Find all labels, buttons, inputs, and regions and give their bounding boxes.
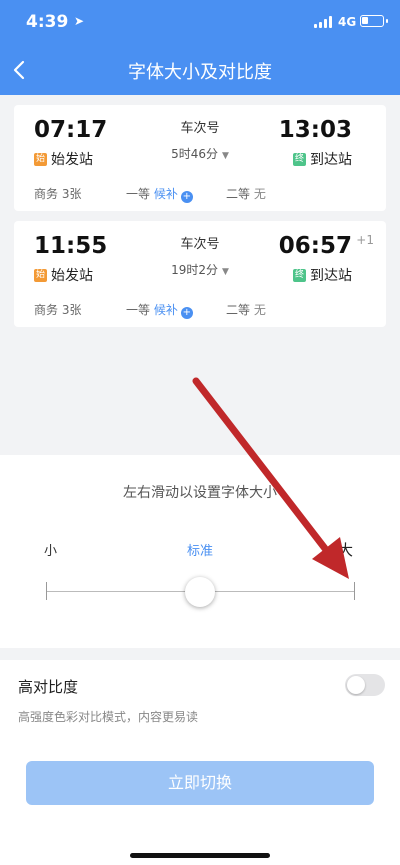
seat-second: 二等 无 xyxy=(226,301,266,318)
arrive-station-name: 到达站 xyxy=(310,268,352,284)
depart-tag: 始 xyxy=(34,268,47,282)
seat-first-status: 候补 xyxy=(153,303,178,317)
train-card[interactable]: 07:17 车次号 13:03 5时46分 ▼ 始始发站 终到达站 商务 3张 一… xyxy=(14,105,386,211)
contrast-title: 高对比度 xyxy=(18,678,79,696)
caret-down-icon: ▼ xyxy=(221,151,229,161)
app-header: 4:39 ➤ 4G 字体大小及对比度 xyxy=(0,0,400,95)
depart-station: 始始发站 xyxy=(34,149,93,169)
arrive-station: 终到达站 xyxy=(293,149,352,169)
slider-tick-max xyxy=(354,582,355,600)
font-size-panel: 左右滑动以设置字体大小 小 标准 大 xyxy=(0,455,400,648)
seat-first[interactable]: 一等 候补 + xyxy=(126,185,193,203)
arrive-tag: 终 xyxy=(293,152,306,166)
apply-button[interactable]: 立即切换 xyxy=(26,761,374,805)
day-offset: +1 xyxy=(356,233,374,247)
page-title: 字体大小及对比度 xyxy=(128,62,272,83)
seat-first-label: 一等 xyxy=(126,187,151,201)
plus-circle-icon: + xyxy=(180,307,193,319)
slider-handle[interactable] xyxy=(185,577,215,607)
caret-down-icon: ▼ xyxy=(221,267,229,277)
arrive-station: 终到达站 xyxy=(293,265,352,285)
network-type: 4G xyxy=(338,15,357,29)
seat-first[interactable]: 一等 候补 + xyxy=(126,301,193,319)
duration-text: 19时2分 xyxy=(171,263,218,277)
depart-station: 始始发站 xyxy=(34,265,93,285)
arrive-tag: 终 xyxy=(293,268,306,282)
contrast-description: 高强度色彩对比模式，内容更易读 xyxy=(18,710,199,724)
seat-business: 商务 3张 xyxy=(34,303,82,317)
seat-second-status: 无 xyxy=(253,303,266,317)
status-time: 4:39 xyxy=(26,12,69,32)
high-contrast-section: 高对比度 高强度色彩对比模式，内容更易读 立即切换 xyxy=(0,660,400,865)
seat-first-status: 候补 xyxy=(153,187,178,201)
signal-icon xyxy=(314,16,332,28)
seat-second-label: 二等 xyxy=(226,303,251,317)
seat-second-label: 二等 xyxy=(226,187,251,201)
train-card[interactable]: 11:55 车次号 06:57 +1 19时2分 ▼ 始始发站 终到达站 商务 3… xyxy=(14,221,386,327)
contrast-toggle[interactable] xyxy=(345,674,385,696)
plus-circle-icon: + xyxy=(180,191,193,203)
status-bar: 4:39 ➤ 4G xyxy=(0,0,400,44)
seat-first-label: 一等 xyxy=(126,303,151,317)
seat-business: 商务 3张 xyxy=(34,187,82,201)
label-large: 大 xyxy=(338,541,354,559)
toggle-knob xyxy=(347,676,365,694)
battery-cap xyxy=(386,19,388,23)
seat-second-status: 无 xyxy=(253,187,266,201)
arrive-time: 13:03 xyxy=(278,117,352,143)
arrive-time: 06:57 xyxy=(278,233,352,259)
duration-text: 5时46分 xyxy=(171,147,218,161)
depart-station-name: 始发站 xyxy=(51,268,93,284)
home-indicator xyxy=(130,853,270,858)
seat-second: 二等 无 xyxy=(226,185,266,202)
location-arrow-icon: ➤ xyxy=(74,14,85,28)
slider-hint: 左右滑动以设置字体大小 xyxy=(123,485,277,501)
battery-icon xyxy=(360,15,388,27)
arrive-station-name: 到达站 xyxy=(310,152,352,168)
slider-tick-min xyxy=(46,582,47,600)
depart-tag: 始 xyxy=(34,152,47,166)
battery-level xyxy=(362,17,368,24)
depart-station-name: 始发站 xyxy=(51,152,93,168)
